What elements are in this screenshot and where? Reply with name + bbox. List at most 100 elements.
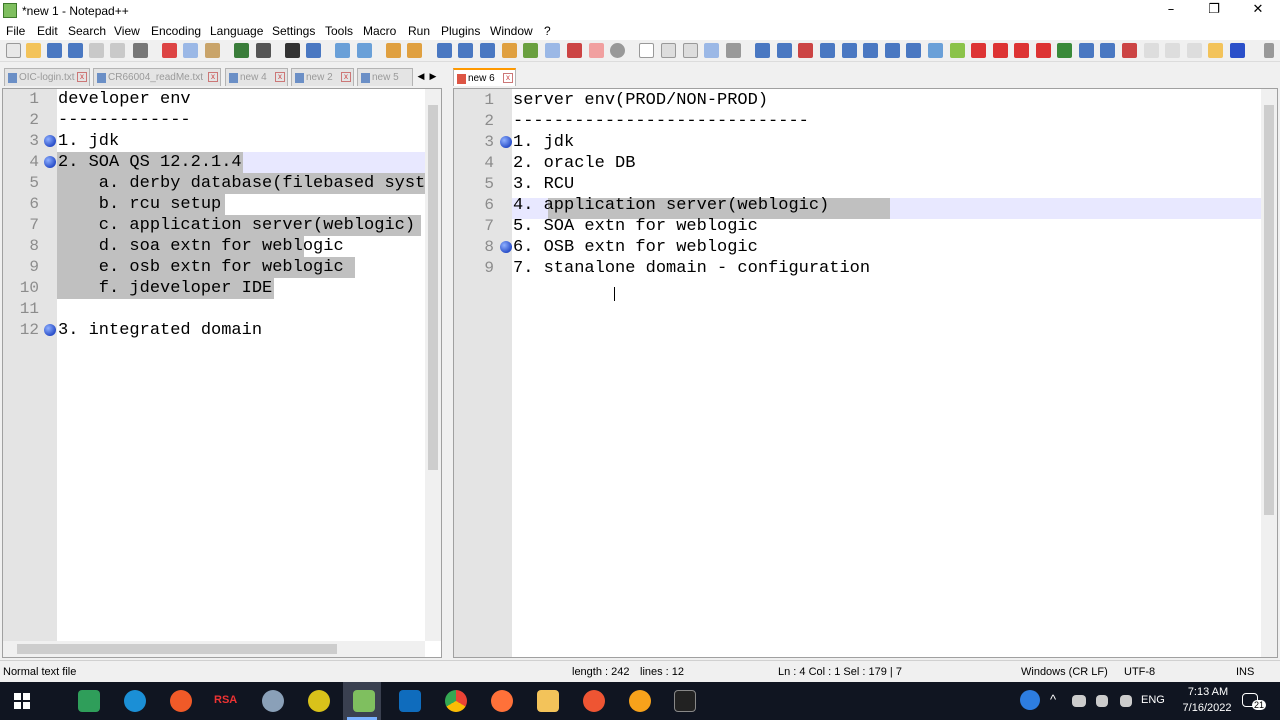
scroll-thumb[interactable] <box>1264 105 1274 515</box>
code-line[interactable]: developer env <box>58 89 191 110</box>
menu-view[interactable]: View <box>114 24 140 38</box>
code-line[interactable]: 2. SOA QS 12.2.1.4 <box>58 152 242 173</box>
app-icon-1[interactable] <box>78 690 100 712</box>
save-all-icon[interactable] <box>68 43 83 58</box>
prev-icon[interactable] <box>993 43 1008 58</box>
folder-workspace-icon[interactable] <box>589 43 604 58</box>
view-splitter[interactable] <box>443 66 453 656</box>
menu-edit[interactable]: Edit <box>37 24 58 38</box>
windows-start-icon[interactable] <box>14 693 30 709</box>
close-tab-icon[interactable]: x <box>503 73 513 83</box>
code-line[interactable]: 1. jdk <box>513 132 574 153</box>
code-line[interactable]: f. jdeveloper IDE <box>58 278 272 299</box>
replace-icon[interactable] <box>306 43 321 58</box>
bookmark-icon[interactable] <box>44 156 56 168</box>
wifi-icon[interactable] <box>1120 695 1132 707</box>
language-indicator[interactable]: ENG <box>1141 694 1165 706</box>
plugin-icon-4[interactable] <box>820 43 835 58</box>
plugin-icon-8[interactable] <box>950 43 965 58</box>
code-line[interactable]: ----------------------------- <box>513 111 809 132</box>
code-line[interactable]: 6. OSB extn for weblogic <box>513 237 758 258</box>
menu-tools[interactable]: Tools <box>325 24 353 38</box>
plugin-icon-16[interactable] <box>1208 43 1223 58</box>
outlook-icon[interactable] <box>399 690 421 712</box>
menu-help[interactable]: ? <box>544 24 551 38</box>
arrow-down-icon[interactable] <box>863 43 878 58</box>
plugin-icon-10[interactable] <box>1079 43 1094 58</box>
code-line[interactable]: e. osb extn for weblogic <box>58 257 344 278</box>
tab-scroll-right-icon[interactable]: ▶ <box>428 69 438 83</box>
menu-encoding[interactable]: Encoding <box>151 24 201 38</box>
app-icon-4[interactable] <box>583 690 605 712</box>
code-line[interactable]: 3. RCU <box>513 174 574 195</box>
doc-map-icon[interactable] <box>523 43 538 58</box>
bookmark-icon[interactable] <box>500 136 512 148</box>
toolbar-close-icon[interactable] <box>1264 43 1274 58</box>
arrow-up-icon[interactable] <box>842 43 857 58</box>
close-tab-icon[interactable]: x <box>275 72 285 82</box>
redo-icon[interactable] <box>256 43 271 58</box>
undo-icon[interactable] <box>234 43 249 58</box>
notepadpp-taskbar-icon[interactable] <box>353 690 375 712</box>
tab-oic-login[interactable]: OIC-login.txt x <box>4 68 90 86</box>
code-line[interactable]: c. application server(weblogic) <box>58 215 415 236</box>
first-icon[interactable] <box>971 43 986 58</box>
last-icon[interactable] <box>1036 43 1051 58</box>
tab-cr66004-readme[interactable]: CR66004_readMe.txt x <box>93 68 221 86</box>
plugin-icon-3[interactable] <box>798 43 813 58</box>
code-line[interactable]: b. rcu setup <box>58 194 221 215</box>
code-line[interactable]: 2. oracle DB <box>513 153 635 174</box>
right-editor[interactable]: 1 server env(PROD/NON-PROD) 2 -------------… <box>453 88 1278 658</box>
bookmark-icon[interactable] <box>44 135 56 147</box>
edge-icon[interactable] <box>124 690 146 712</box>
plugin-icon-6[interactable] <box>906 43 921 58</box>
plugin-icon-13[interactable] <box>1144 43 1159 58</box>
code-line[interactable]: ------------- <box>58 110 191 131</box>
stop-macro-icon[interactable] <box>661 43 676 58</box>
plugin-icon-17[interactable] <box>1230 43 1245 58</box>
scroll-thumb[interactable] <box>17 644 337 654</box>
close-all-icon[interactable] <box>110 43 125 58</box>
minimize-button[interactable]: – <box>1149 0 1193 22</box>
save-macro-icon[interactable] <box>726 43 741 58</box>
left-horizontal-scrollbar[interactable] <box>3 641 425 657</box>
tab-new-2[interactable]: new 2 x <box>291 68 354 86</box>
sync-h-icon[interactable] <box>407 43 422 58</box>
new-file-icon[interactable] <box>6 43 21 58</box>
plugin-icon-7[interactable] <box>928 43 943 58</box>
code-line[interactable]: 5. SOA extn for weblogic <box>513 216 758 237</box>
run-macro-multiple-icon[interactable] <box>704 43 719 58</box>
close-tab-icon[interactable]: x <box>341 72 351 82</box>
app-icon-5[interactable] <box>629 690 651 712</box>
play-macro-icon[interactable] <box>683 43 698 58</box>
help-icon[interactable] <box>1020 690 1040 710</box>
menu-language[interactable]: Language <box>210 24 263 38</box>
menu-plugins[interactable]: Plugins <box>441 24 480 38</box>
code-line[interactable]: 1. jdk <box>58 131 119 152</box>
code-line[interactable]: server env(PROD/NON-PROD) <box>513 90 768 111</box>
menu-file[interactable]: File <box>6 24 25 38</box>
paste-icon[interactable] <box>205 43 220 58</box>
show-all-chars-icon[interactable] <box>458 43 473 58</box>
close-tab-icon[interactable]: x <box>77 72 87 82</box>
plugin-icon-2[interactable] <box>777 43 792 58</box>
save-icon[interactable] <box>47 43 62 58</box>
open-file-icon[interactable] <box>26 43 41 58</box>
code-line[interactable]: 4. application server(weblogic) <box>513 195 829 216</box>
monitoring-icon[interactable] <box>610 43 625 58</box>
left-vertical-scrollbar[interactable] <box>425 89 441 641</box>
menu-run[interactable]: Run <box>408 24 430 38</box>
menu-macro[interactable]: Macro <box>363 24 396 38</box>
tab-new-5[interactable]: new 5 <box>357 68 413 86</box>
bookmark-icon[interactable] <box>44 324 56 336</box>
volume-icon[interactable] <box>1096 695 1108 707</box>
clock-time[interactable]: 7:13 AM <box>1180 686 1236 698</box>
maximize-button[interactable]: ❐ <box>1192 0 1236 22</box>
menu-window[interactable]: Window <box>490 24 533 38</box>
scroll-thumb[interactable] <box>428 105 438 470</box>
menu-settings[interactable]: Settings <box>272 24 315 38</box>
sync-v-icon[interactable] <box>386 43 401 58</box>
status-eol[interactable]: Windows (CR LF) <box>1021 666 1108 678</box>
postman-icon[interactable] <box>170 690 192 712</box>
function-list-icon[interactable] <box>567 43 582 58</box>
